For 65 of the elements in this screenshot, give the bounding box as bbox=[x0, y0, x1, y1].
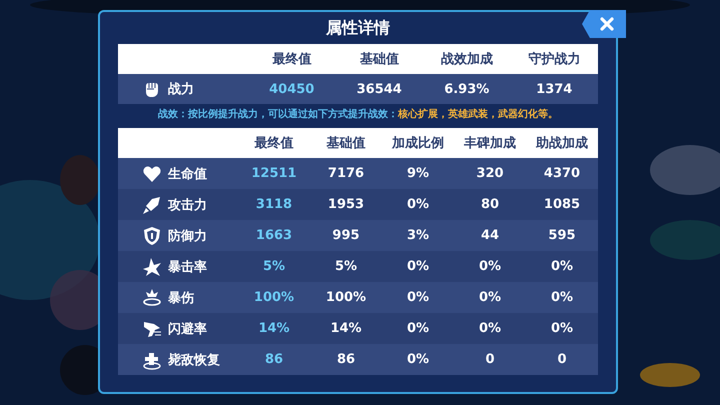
table-cell-text: 0% bbox=[478, 321, 502, 336]
table-cell-text: 40450 bbox=[268, 82, 316, 96]
row-label: 暴伤 bbox=[168, 290, 194, 306]
column-header: 丰碑加成 bbox=[463, 135, 517, 152]
row-label: 毙敌恢复 bbox=[168, 352, 220, 368]
table-cell-text: 5% bbox=[262, 259, 286, 274]
column-header: 最终值 bbox=[254, 135, 294, 152]
table-cell-text: 1953 bbox=[326, 197, 366, 212]
table-cell-text: 1374 bbox=[535, 82, 574, 96]
column-header: 基础值 bbox=[326, 135, 366, 152]
table-cell-text: 0% bbox=[406, 290, 430, 305]
table-cell-text: 1085 bbox=[542, 197, 582, 212]
note-highlight: 核心扩展，英雄武装，武器幻化等。 bbox=[398, 109, 558, 120]
table-cell-text: 86 bbox=[264, 352, 284, 367]
table-cell-text: 3% bbox=[406, 228, 430, 243]
table-cell-text: 995 bbox=[331, 228, 361, 243]
table-cell-text: 0% bbox=[550, 321, 574, 336]
table-cell-text: 0% bbox=[550, 259, 574, 274]
table-cell-text: 14% bbox=[329, 321, 363, 336]
table-cell-text: 44 bbox=[480, 228, 500, 243]
column-header: 助战加成 bbox=[534, 135, 589, 152]
table-cell-text: 14% bbox=[257, 321, 291, 336]
table-cell-text: 5% bbox=[334, 259, 358, 274]
table-cell-text: 0 bbox=[556, 352, 568, 367]
table-cell-text: 12511 bbox=[250, 166, 298, 181]
table-cell-text: 0% bbox=[406, 197, 430, 212]
table-cell-text: 0% bbox=[550, 290, 574, 305]
table-cell-text: 0% bbox=[478, 290, 502, 305]
table-cell-text: 0% bbox=[406, 321, 430, 336]
table-cell-text: 320 bbox=[475, 166, 505, 181]
table-cell-text: 100% bbox=[252, 290, 296, 305]
row-label: 闪避率 bbox=[168, 320, 207, 338]
note-text: 战效：按比例提升战力，可以通过如下方式提升战效： bbox=[158, 109, 398, 120]
table-cell-text: 3118 bbox=[254, 197, 294, 212]
row-label: 攻击力 bbox=[168, 196, 207, 214]
close-button[interactable] bbox=[582, 10, 626, 38]
table-cell-text: 36544 bbox=[356, 82, 403, 96]
table-cell-text: 0% bbox=[406, 352, 430, 367]
close-icon bbox=[600, 17, 614, 31]
table-cell-text: 6.93% bbox=[443, 82, 490, 96]
heart-icon bbox=[142, 164, 162, 184]
row-label: 暴击率 bbox=[168, 258, 207, 276]
table-cell-text: 80 bbox=[480, 197, 500, 212]
row-label: 战力 bbox=[168, 81, 194, 98]
column-header: 战效加成 bbox=[440, 51, 494, 68]
column-header: 基础值 bbox=[358, 51, 400, 68]
column-header: 守护战力 bbox=[527, 50, 582, 68]
row-label: 生命值 bbox=[168, 166, 207, 182]
dialog-title: 属性详情 bbox=[326, 18, 390, 38]
shield-icon bbox=[142, 226, 162, 246]
column-header: 加成比例 bbox=[390, 135, 445, 152]
table-cell-text: 4370 bbox=[542, 166, 582, 181]
table-cell-text: 0 bbox=[484, 352, 496, 367]
table-cell-text: 595 bbox=[547, 228, 577, 243]
table-cell-text: 1663 bbox=[254, 228, 294, 243]
row-label: 防御力 bbox=[168, 228, 207, 244]
burst-icon bbox=[142, 256, 162, 276]
table-cell-text: 0% bbox=[406, 259, 430, 274]
table-cell-text: 86 bbox=[336, 352, 356, 367]
table-cell-text: 0% bbox=[478, 259, 502, 274]
table-cell-text: 100% bbox=[324, 290, 368, 305]
table-cell-text: 7176 bbox=[326, 166, 366, 181]
column-header: 最终值 bbox=[271, 51, 312, 68]
table-cell-text: 9% bbox=[406, 166, 430, 181]
impact-icon bbox=[142, 288, 162, 308]
